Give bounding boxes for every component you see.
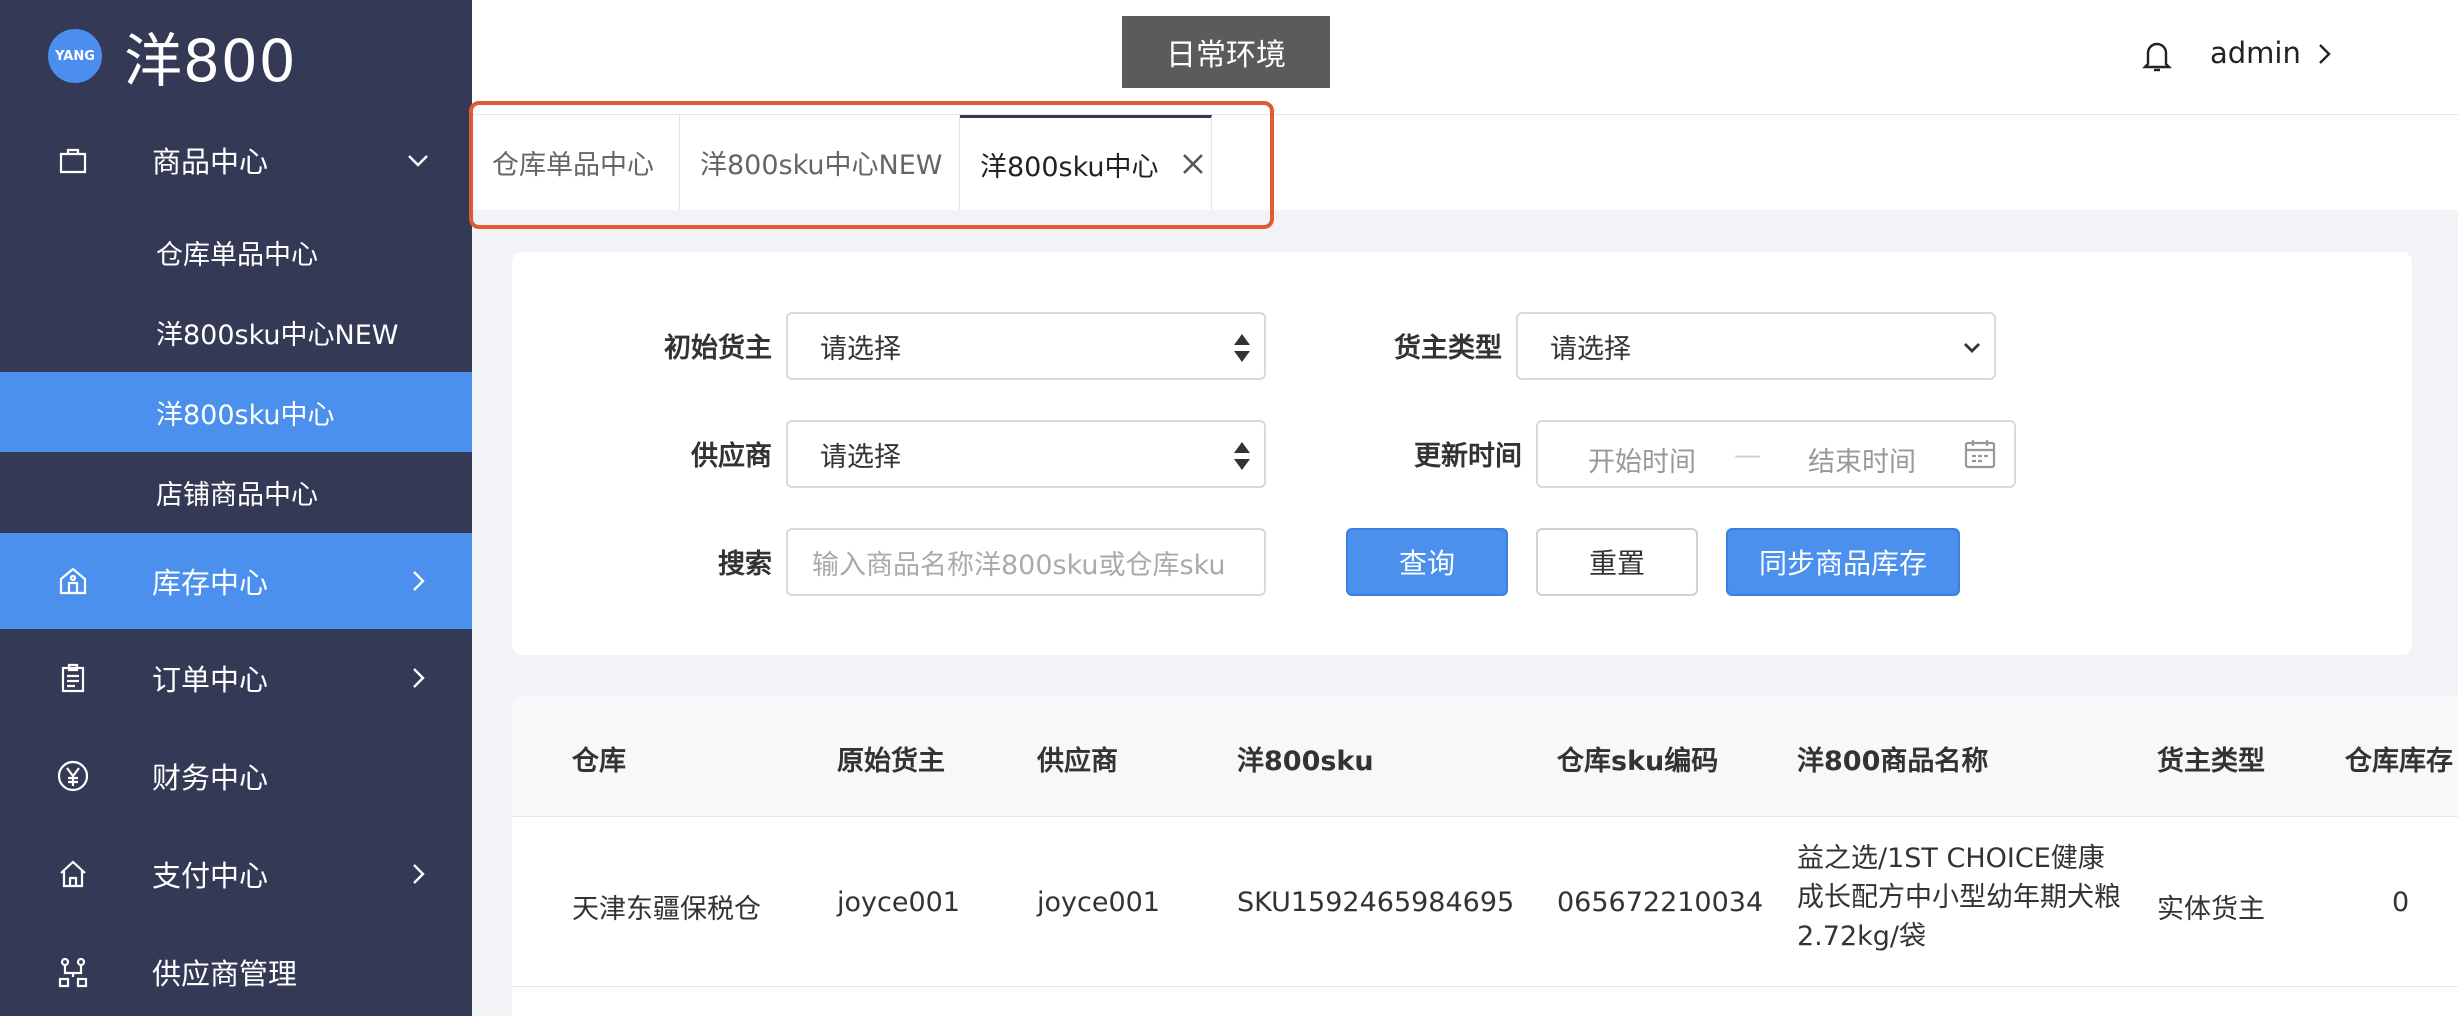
owner-select[interactable]: 请选择 — [786, 312, 1266, 380]
clipboard-icon — [56, 661, 90, 695]
supplier-network-icon — [56, 955, 90, 989]
sidebar-item-sku-center-new[interactable]: 洋800sku中心NEW — [0, 292, 472, 372]
warehouse-icon — [56, 564, 90, 598]
filter-panel: 初始货主 请选择 货主类型 请选择 供应商 请选择 更新时间 开始时间 — 结束… — [512, 252, 2412, 655]
update-time-range[interactable]: 开始时间 — 结束时间 — [1536, 420, 2016, 488]
top-header: 日常环境 admin — [472, 0, 2458, 115]
nav-inventory-center-label: 库存中心 — [152, 566, 269, 600]
nav-finance-center-label: 财务中心 — [152, 761, 269, 795]
calendar-icon[interactable] — [1962, 436, 1998, 479]
column-header: 原始货主 — [837, 746, 945, 777]
column-header: 洋800商品名称 — [1797, 746, 1989, 777]
nav-order-center[interactable]: 订单中心 — [0, 640, 472, 716]
nav-payment-center-label: 支付中心 — [152, 859, 269, 893]
user-menu[interactable]: admin — [2210, 36, 2335, 70]
end-time-input[interactable]: 结束时间 — [1808, 440, 1916, 479]
sync-inventory-button[interactable]: 同步商品库存 — [1726, 528, 1960, 596]
chevron-right-icon — [404, 664, 432, 692]
owner-select-value: 请选择 — [820, 333, 901, 365]
logo-text: 洋800 — [124, 27, 297, 95]
sidebar-item-sku-center[interactable]: 洋800sku中心 — [0, 372, 472, 452]
owner-label: 初始货主 — [664, 333, 772, 364]
home-icon — [56, 857, 90, 891]
search-label: 搜索 — [718, 549, 772, 580]
supplier-label: 供应商 — [691, 441, 772, 472]
column-header: 仓库sku编码 — [1557, 746, 1719, 777]
update-time-label: 更新时间 — [1414, 441, 1522, 472]
username: admin — [2210, 36, 2301, 70]
nav-product-center[interactable]: 商品中心 — [0, 124, 472, 196]
shopping-bag-icon — [56, 143, 90, 177]
bell-icon[interactable] — [2140, 38, 2174, 74]
cell-supplier: joyce001 — [1037, 887, 1160, 918]
nav-inventory-center[interactable]: 库存中心 — [0, 533, 472, 629]
nav-supplier-management-label: 供应商管理 — [152, 957, 298, 991]
logo-badge: YANG — [48, 29, 102, 83]
sidebar-item-label: 仓库单品中心 — [156, 239, 318, 271]
table-header: 仓库 原始货主 供应商 洋800sku 仓库sku编码 洋800商品名称 货主类… — [512, 695, 2458, 817]
sidebar-item-label: 洋800sku中心 — [156, 399, 335, 431]
chevron-down-icon — [1960, 330, 1984, 366]
sidebar-item-label: 店铺商品中心 — [156, 479, 318, 511]
tab-label: 仓库单品中心 — [492, 150, 654, 181]
logo[interactable]: YANG 洋800 — [48, 26, 297, 95]
owner-type-select-value: 请选择 — [1550, 333, 1631, 365]
start-time-input[interactable]: 开始时间 — [1588, 440, 1696, 479]
sort-caret-icon — [1230, 438, 1254, 474]
search-input-placeholder: 输入商品名称洋800sku或仓库sku — [812, 549, 1226, 581]
supplier-select[interactable]: 请选择 — [786, 420, 1266, 488]
tab-bar: 仓库单品中心 洋800sku中心NEW 洋800sku中心 — [472, 115, 2458, 210]
reset-button[interactable]: 重置 — [1536, 528, 1698, 596]
cell-original-owner: joyce001 — [837, 887, 960, 918]
nav-product-center-label: 商品中心 — [152, 145, 269, 179]
nav-payment-center[interactable]: 支付中心 — [0, 836, 472, 912]
range-separator: — — [1734, 440, 1761, 471]
chevron-right-icon — [404, 567, 432, 595]
column-header: 仓库 — [572, 746, 626, 777]
column-header: 仓库库存 — [2345, 746, 2453, 777]
environment-badge: 日常环境 — [1122, 16, 1330, 88]
table-row[interactable]: 天津东疆保税仓 joyce001 joyce001 SKU15924659846… — [512, 817, 2458, 987]
tab-label: 洋800sku中心 — [980, 151, 1159, 183]
sidebar-item-store-products[interactable]: 店铺商品中心 — [0, 452, 472, 532]
chevron-right-icon — [2315, 40, 2335, 66]
tab-sku-center-new[interactable]: 洋800sku中心NEW — [680, 115, 960, 210]
cell-sku: SKU1592465984695 — [1237, 887, 1515, 918]
nav-supplier-management[interactable]: 供应商管理 — [0, 934, 472, 1010]
chevron-down-icon — [404, 146, 432, 174]
owner-type-select[interactable]: 请选择 — [1516, 312, 1996, 380]
tab-warehouse-items[interactable]: 仓库单品中心 — [472, 115, 680, 210]
cell-stock: 0 — [2392, 887, 2410, 918]
nav-order-center-label: 订单中心 — [152, 663, 269, 697]
sort-caret-icon — [1230, 330, 1254, 366]
column-header: 货主类型 — [2157, 746, 2265, 777]
cell-warehouse: 天津东疆保税仓 — [572, 894, 761, 925]
yen-icon — [56, 759, 90, 793]
search-input[interactable]: 输入商品名称洋800sku或仓库sku — [786, 528, 1266, 596]
cell-warehouse-sku: 065672210034 — [1557, 887, 1764, 918]
column-header: 洋800sku — [1237, 746, 1374, 777]
sidebar-item-label: 洋800sku中心NEW — [156, 319, 399, 351]
tab-sku-center[interactable]: 洋800sku中心 — [960, 115, 1212, 210]
column-header: 供应商 — [1037, 746, 1118, 777]
tab-label: 洋800sku中心NEW — [700, 150, 943, 181]
chevron-right-icon — [404, 860, 432, 888]
sku-table: 仓库 原始货主 供应商 洋800sku 仓库sku编码 洋800商品名称 货主类… — [512, 695, 2458, 1016]
sidebar: YANG 洋800 商品中心 仓库单品中心 洋800sku中心NEW 洋800s… — [0, 0, 472, 1016]
sidebar-item-warehouse-items[interactable]: 仓库单品中心 — [0, 212, 472, 292]
close-icon[interactable] — [1179, 150, 1207, 178]
supplier-select-value: 请选择 — [820, 441, 901, 473]
nav-finance-center[interactable]: 财务中心 — [0, 738, 472, 814]
cell-owner-type: 实体货主 — [2157, 894, 2265, 925]
cell-product-name: 益之选/1ST CHOICE健康成长配方中小型幼年期犬粮 2.72kg/袋 — [1797, 843, 2121, 952]
query-button[interactable]: 查询 — [1346, 528, 1508, 596]
owner-type-label: 货主类型 — [1394, 333, 1502, 364]
